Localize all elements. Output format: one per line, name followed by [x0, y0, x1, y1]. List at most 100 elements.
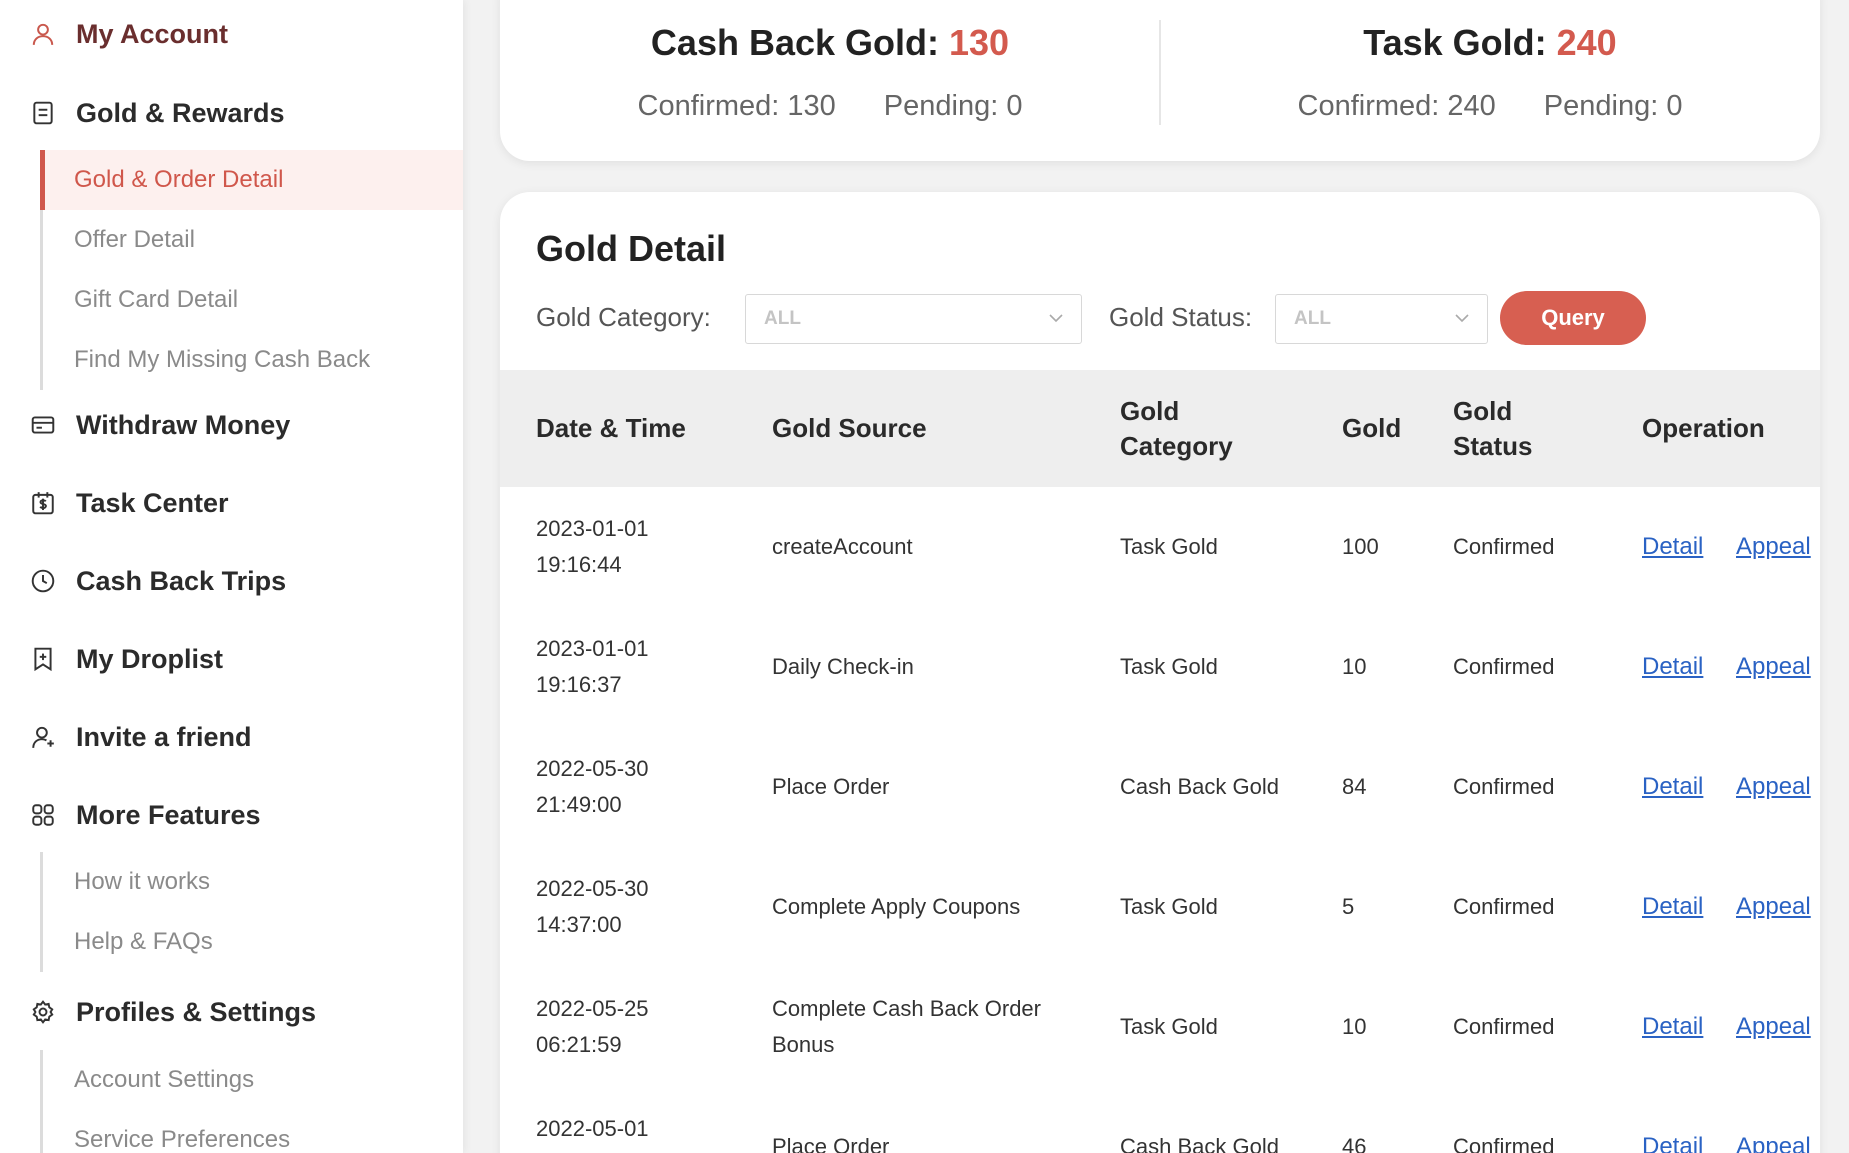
- gold-status-select[interactable]: ALL: [1275, 294, 1488, 344]
- sidebar: My Account Gold & Rewards Gold & Order D…: [0, 0, 463, 1153]
- chevron-down-icon: [1047, 309, 1065, 333]
- cash-back-gold-value: 130: [949, 22, 1010, 63]
- task-confirmed: Confirmed: 240: [1297, 90, 1496, 122]
- cell-gold-source: Complete Apply Coupons: [772, 894, 1021, 919]
- grid-icon: [30, 802, 56, 828]
- col-gold-status-line2: Status: [1453, 430, 1533, 461]
- gold-status-label: Gold Status:: [1109, 302, 1253, 332]
- nav-label: Cash Back Trips: [76, 565, 287, 596]
- detail-link[interactable]: Detail: [1642, 1129, 1703, 1153]
- nav-gold-rewards[interactable]: Gold & Rewards: [0, 91, 463, 135]
- cell-gold-status: Confirmed: [1453, 774, 1555, 799]
- detail-link[interactable]: Detail: [1642, 889, 1703, 925]
- nav-label: My Account: [76, 18, 229, 49]
- gold-detail-title: Gold Detail: [536, 228, 727, 269]
- main-content: Cash Back Gold: 130 Confirmed: 130 Pending…: [500, 0, 1820, 1153]
- cell-gold: 10: [1342, 1014, 1367, 1039]
- table-row: 2023-01-01 19:16:37 Daily Check-in Task Gol…: [500, 607, 1820, 727]
- cash-back-confirmed: Confirmed: 130: [637, 90, 836, 122]
- table-row: 2022-05-01 07:08:07 Place Order Cash Back G…: [500, 1087, 1820, 1153]
- cell-gold-source: Place Order: [772, 1134, 890, 1153]
- detail-link[interactable]: Detail: [1642, 529, 1703, 565]
- table-row: 2022-05-30 14:37:00 Complete Apply Coupons…: [500, 847, 1820, 967]
- cell-operation: Detail: [1642, 1087, 1703, 1153]
- submenu-find-missing-cash-back[interactable]: Find My Missing Cash Back: [43, 330, 463, 390]
- submenu-account-settings[interactable]: Account Settings: [43, 1050, 463, 1110]
- cell-operation-appeal: Appeal: [1736, 487, 1811, 607]
- detail-link[interactable]: Detail: [1642, 1009, 1703, 1045]
- gold-detail-card: Gold Detail Gold Category: ALL Gold Stat…: [500, 192, 1820, 1153]
- nav-invite-friend[interactable]: Invite a friend: [0, 715, 463, 759]
- gear-icon: [30, 999, 56, 1025]
- cell-gold-category: Task Gold: [1120, 534, 1218, 559]
- submenu-how-it-works[interactable]: How it works: [43, 852, 463, 912]
- col-date-time: Date & Time: [536, 413, 686, 443]
- cell-date-time: 2023-01-01 19:16:44: [536, 487, 649, 607]
- gold-status-value: ALL: [1294, 308, 1331, 329]
- submenu-gold-order-detail[interactable]: Gold & Order Detail: [40, 150, 463, 210]
- nav-profiles-settings[interactable]: Profiles & Settings: [0, 990, 463, 1034]
- appeal-link[interactable]: Appeal: [1736, 1009, 1811, 1045]
- nav-label: Task Center: [76, 487, 229, 518]
- cell-operation: Detail: [1642, 727, 1703, 847]
- cash-back-gold-label: Cash Back Gold:: [650, 22, 939, 63]
- calendar-dollar-icon: [30, 490, 56, 516]
- wallet-icon: [30, 412, 56, 438]
- cell-gold-category: Cash Back Gold: [1120, 774, 1279, 799]
- nav-my-droplist[interactable]: My Droplist: [0, 637, 463, 681]
- cell-gold-category: Task Gold: [1120, 654, 1218, 679]
- appeal-link[interactable]: Appeal: [1736, 769, 1811, 805]
- cell-gold-source: Daily Check-in: [772, 654, 914, 679]
- cell-gold: 5: [1342, 894, 1355, 919]
- cell-gold-source: Complete Cash Back Order Bonus: [772, 996, 1041, 1057]
- cash-back-gold-summary: Cash Back Gold: 130 Confirmed: 130 Pending…: [500, 0, 1160, 161]
- detail-link[interactable]: Detail: [1642, 769, 1703, 805]
- col-gold-status: Gold Status: [1453, 370, 1532, 487]
- query-button[interactable]: Query: [1500, 291, 1646, 345]
- bookmark-plus-icon: [30, 646, 56, 672]
- submenu-offer-detail[interactable]: Offer Detail: [43, 210, 463, 270]
- gold-category-select[interactable]: ALL: [745, 294, 1082, 344]
- cell-operation-appeal: Appeal: [1736, 1087, 1811, 1153]
- cash-back-gold-title: Cash Back Gold: 130: [500, 22, 1160, 64]
- table-row: 2023-01-01 19:16:44 createAccount Task Gold…: [500, 487, 1820, 607]
- cell-time: 21:49:00: [536, 792, 622, 817]
- cell-date: 2022-05-01: [536, 1116, 649, 1141]
- cell-gold-status: Confirmed: [1453, 894, 1555, 919]
- nav-more-features[interactable]: More Features: [0, 793, 463, 837]
- appeal-link[interactable]: Appeal: [1736, 889, 1811, 925]
- task-gold-summary: Task Gold: 240 Confirmed: 240 Pending: 0: [1160, 0, 1820, 161]
- nav-withdraw-money[interactable]: Withdraw Money: [0, 403, 463, 447]
- cell-operation-appeal: Appeal: [1736, 607, 1811, 727]
- col-operation: Operation: [1642, 413, 1765, 443]
- cell-operation: Detail: [1642, 967, 1703, 1087]
- cell-gold: 46: [1342, 1134, 1367, 1153]
- nav-my-account[interactable]: My Account: [0, 12, 463, 56]
- cell-gold-category: Task Gold: [1120, 1014, 1218, 1039]
- table-header: Date & Time Gold Source Gold Category Go…: [500, 370, 1820, 487]
- user-plus-icon: [30, 724, 56, 750]
- task-gold-value: 240: [1556, 22, 1617, 63]
- appeal-link[interactable]: Appeal: [1736, 649, 1811, 685]
- col-gold-category: Gold Category: [1120, 370, 1233, 487]
- nav-cash-back-trips[interactable]: Cash Back Trips: [0, 559, 463, 603]
- nav-label: Withdraw Money: [76, 409, 291, 440]
- cell-date: 2022-05-30: [536, 756, 649, 781]
- table-row: 2022-05-25 06:21:59 Complete Cash Back Ord…: [500, 967, 1820, 1087]
- appeal-link[interactable]: Appeal: [1736, 529, 1811, 565]
- cell-date: 2023-01-01: [536, 636, 649, 661]
- appeal-link[interactable]: Appeal: [1736, 1129, 1811, 1153]
- task-gold-title: Task Gold: 240: [1160, 22, 1820, 64]
- chevron-down-icon: [1453, 309, 1471, 333]
- cell-operation-appeal: Appeal: [1736, 847, 1811, 967]
- gold-category-label: Gold Category:: [536, 302, 711, 332]
- cell-gold-source: Place Order: [772, 774, 890, 799]
- cell-date-time: 2023-01-01 19:16:37: [536, 607, 649, 727]
- gold-summary-card: Cash Back Gold: 130 Confirmed: 130 Pending…: [500, 0, 1820, 161]
- detail-link[interactable]: Detail: [1642, 649, 1703, 685]
- submenu-service-preferences[interactable]: Service Preferences: [43, 1110, 463, 1153]
- gold-category-value: ALL: [764, 308, 801, 329]
- submenu-help-faqs[interactable]: Help & FAQs: [43, 912, 463, 972]
- nav-task-center[interactable]: Task Center: [0, 481, 463, 525]
- submenu-gift-card-detail[interactable]: Gift Card Detail: [43, 270, 463, 330]
